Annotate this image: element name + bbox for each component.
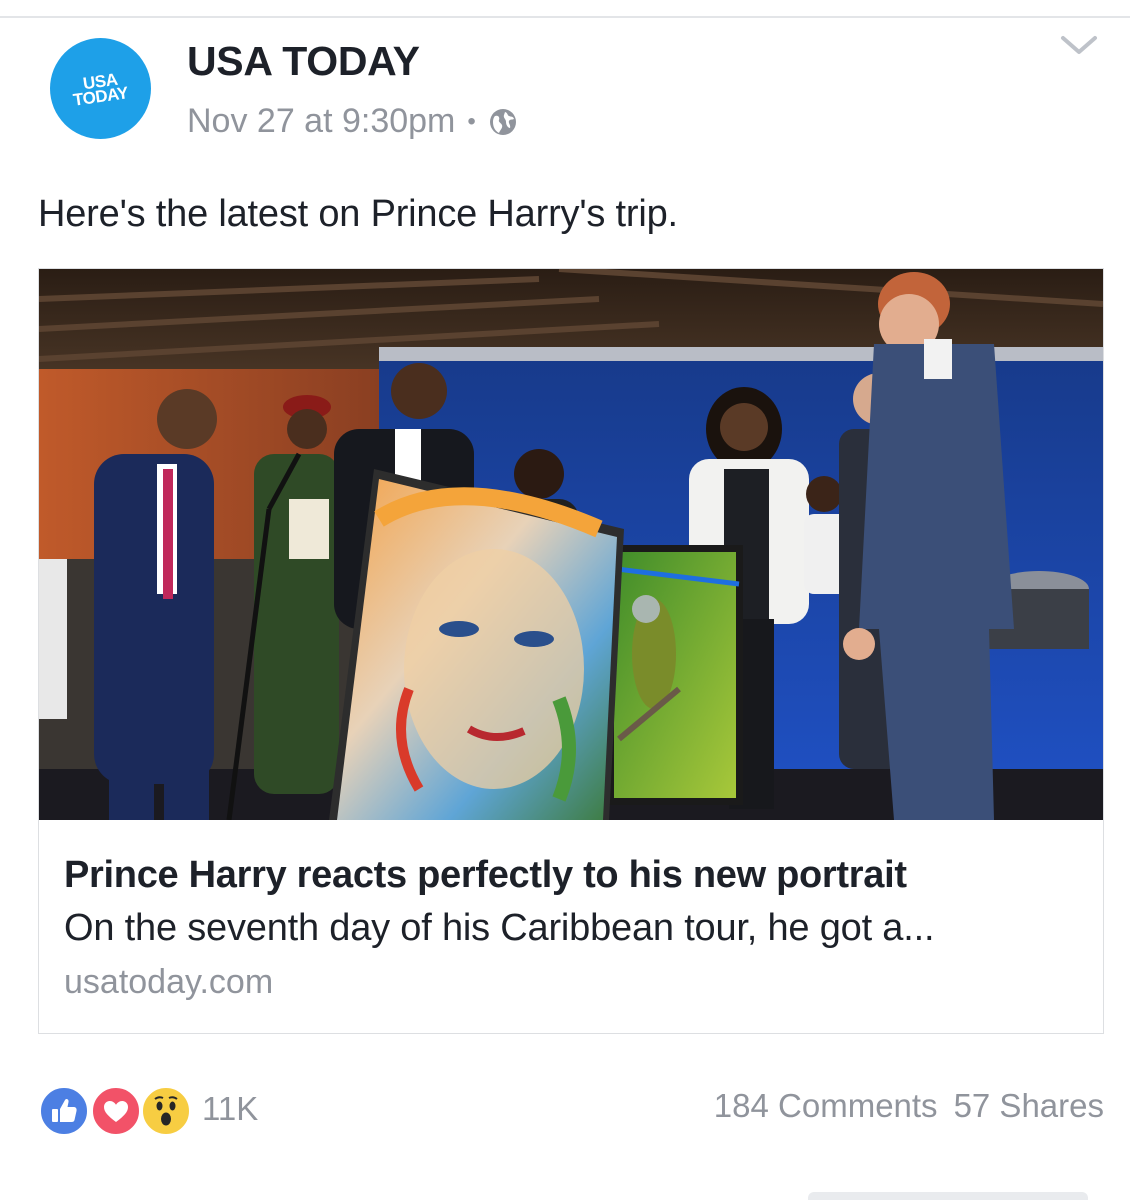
link-domain: usatoday.com: [64, 963, 274, 1001]
shares-count-link[interactable]: 57 Shares: [954, 1087, 1104, 1125]
post-message: Here's the latest on Prince Harry's trip…: [38, 193, 678, 235]
post-timestamp[interactable]: Nov 27 at 9:30pm: [187, 102, 455, 141]
meta-separator: •: [467, 107, 476, 135]
link-description: On the seventh day of his Caribbean tour…: [64, 907, 935, 949]
chevron-down-icon[interactable]: [1058, 30, 1100, 60]
globe-icon: [488, 107, 518, 137]
page-name-link[interactable]: USA TODAY: [187, 38, 420, 85]
page-avatar[interactable]: USA TODAY: [50, 38, 151, 139]
like-icon: [38, 1085, 90, 1137]
wow-icon: [140, 1085, 192, 1137]
love-icon: [90, 1085, 142, 1137]
link-preview-image[interactable]: [39, 269, 1103, 820]
comments-count-link[interactable]: 184 Comments: [714, 1087, 938, 1125]
avatar-logo-line2: TODAY: [71, 82, 130, 110]
reactions-summary[interactable]: 11K: [38, 1085, 259, 1137]
top-divider: [0, 16, 1130, 18]
link-preview-card[interactable]: Prince Harry reacts perfectly to his new…: [38, 268, 1104, 1034]
link-title[interactable]: Prince Harry reacts perfectly to his new…: [64, 854, 907, 897]
post-meta: Nov 27 at 9:30pm •: [187, 102, 518, 141]
engagement-stats: 184 Comments 57 Shares: [714, 1087, 1104, 1125]
reaction-icons: [38, 1085, 194, 1137]
reaction-count: 11K: [202, 1090, 259, 1127]
bottom-tab-edge: [808, 1192, 1088, 1200]
